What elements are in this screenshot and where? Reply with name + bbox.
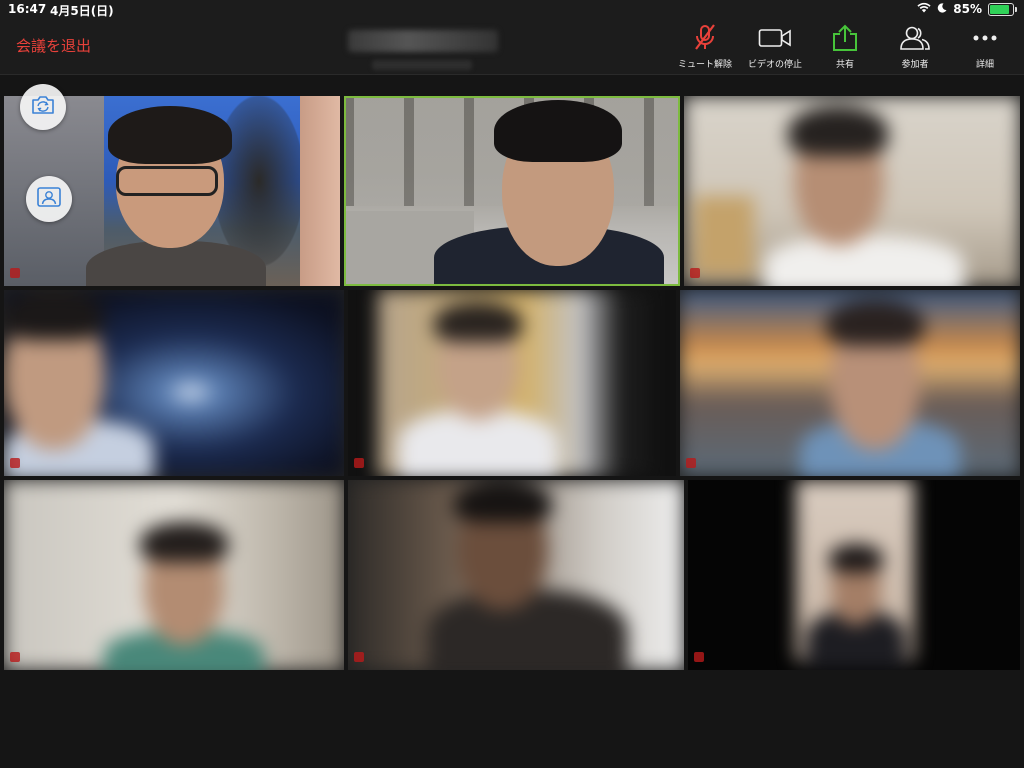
unmute-button[interactable]: ミュート解除 (670, 24, 740, 72)
video-camera-icon (755, 24, 795, 52)
wifi-icon (917, 2, 931, 16)
video-tile-participant-8[interactable] (348, 480, 684, 670)
more-button[interactable]: 詳細 (950, 24, 1020, 72)
status-date: 4月5日(日) (50, 4, 114, 18)
participants-label: 参加者 (901, 60, 929, 70)
meeting-toolbar: 会議を退出 ミュート解除 ビデオの停止 共有 参加者 詳細 (0, 20, 1024, 75)
video-tile-participant-6[interactable] (680, 290, 1020, 476)
video-tile-participant-9[interactable] (688, 480, 1020, 670)
muted-indicator (686, 458, 696, 468)
video-tile-participant-4[interactable] (4, 290, 344, 476)
switch-camera-button[interactable] (20, 84, 66, 130)
stop-video-label: ビデオの停止 (747, 60, 802, 70)
speaker-view-icon (36, 186, 62, 212)
participants-button[interactable]: 参加者 (880, 24, 950, 72)
more-label: 詳細 (975, 60, 994, 70)
muted-indicator (10, 268, 20, 278)
speaker-view-button[interactable] (26, 176, 72, 222)
muted-indicator (354, 458, 364, 468)
share-button[interactable]: 共有 (810, 24, 880, 72)
status-bar: 16:47 4月5日(日) 85% (0, 0, 1024, 20)
gallery-video-grid (4, 96, 1020, 674)
stop-video-button[interactable]: ビデオの停止 (740, 24, 810, 72)
battery-percent: 85% (953, 2, 982, 16)
battery-icon (988, 2, 1017, 16)
meeting-title-blurred (348, 30, 498, 52)
video-tile-participant-2[interactable] (344, 96, 680, 286)
muted-indicator (690, 268, 700, 278)
participants-icon (895, 24, 935, 52)
muted-indicator (10, 652, 20, 662)
more-icon (965, 24, 1005, 52)
unmute-label: ミュート解除 (677, 60, 732, 70)
status-time: 16:47 (8, 2, 47, 16)
meeting-subtitle-blurred (372, 60, 472, 70)
leave-meeting-button[interactable]: 会議を退出 (16, 35, 91, 56)
share-label: 共有 (835, 60, 854, 70)
glasses (116, 166, 218, 196)
muted-indicator (10, 458, 20, 468)
moon-icon (937, 2, 947, 16)
muted-indicator (694, 652, 704, 662)
share-upload-icon (825, 24, 865, 52)
mic-muted-icon (685, 24, 725, 52)
video-tile-participant-7[interactable] (4, 480, 344, 670)
video-tile-participant-5[interactable] (348, 290, 676, 476)
muted-indicator (354, 652, 364, 662)
status-indicators: 85% (917, 2, 1017, 16)
video-tile-participant-3[interactable] (684, 96, 1020, 286)
camera-switch-icon (30, 94, 56, 120)
